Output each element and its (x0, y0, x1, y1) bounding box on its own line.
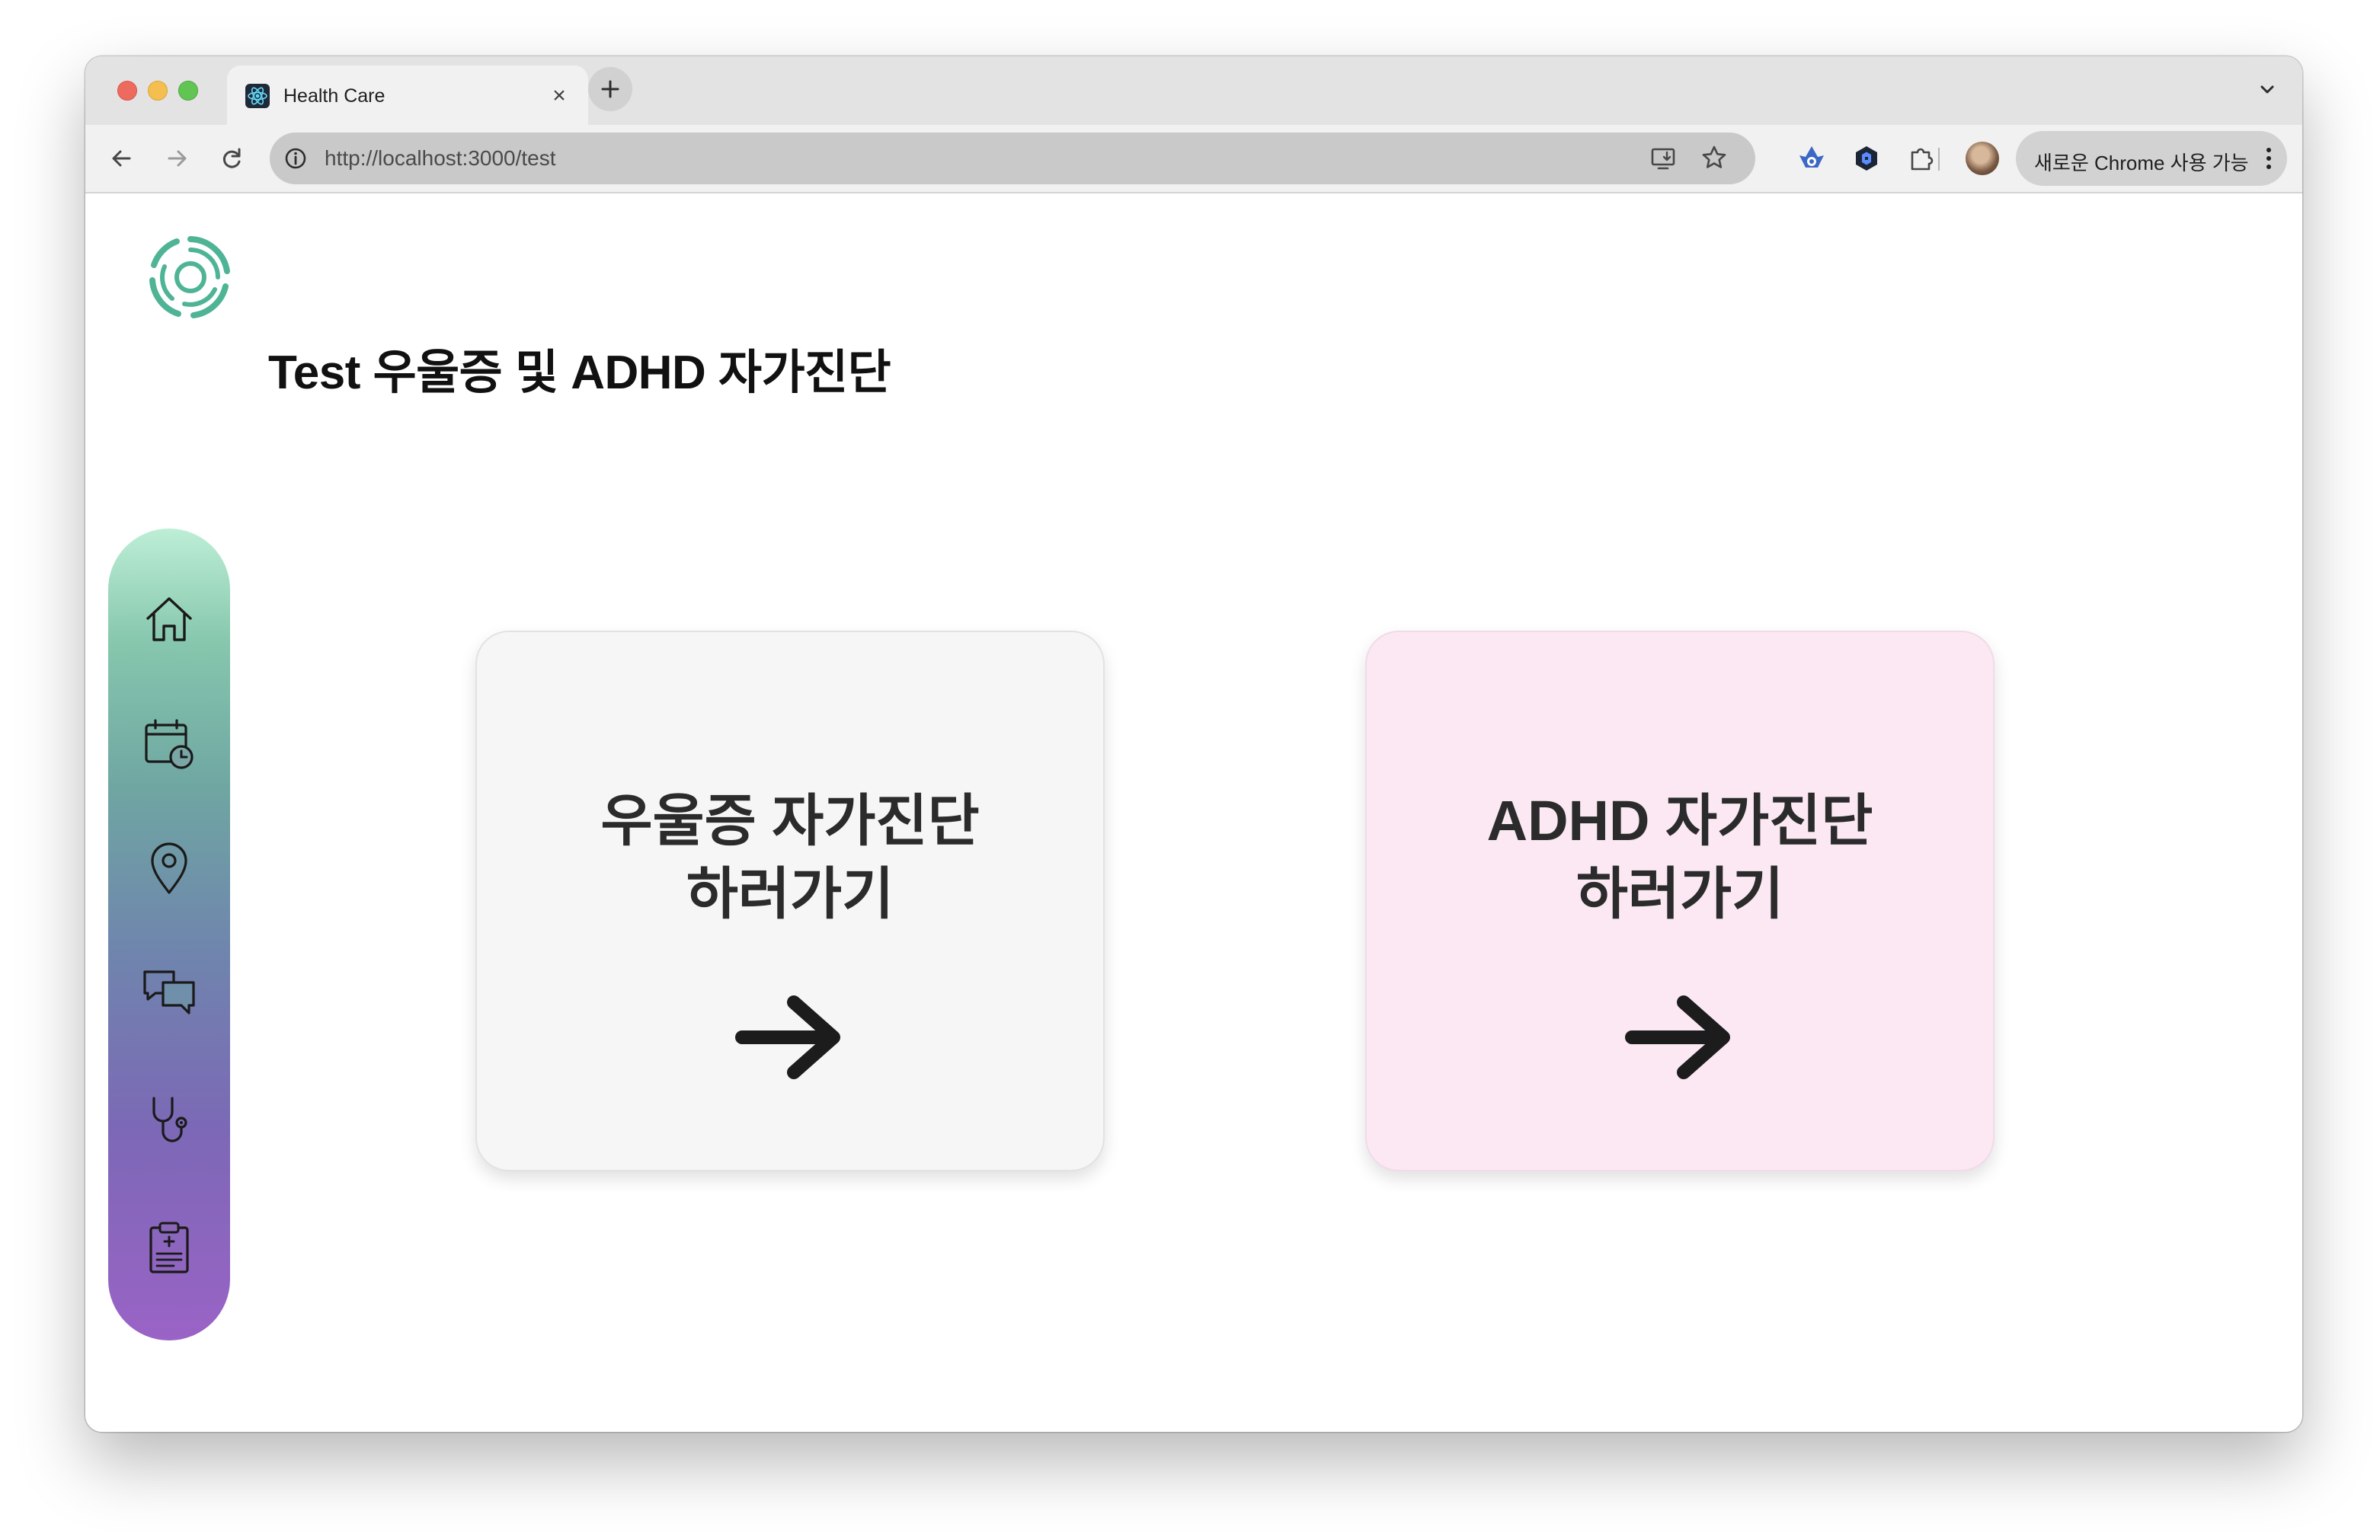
sidebar-item-home[interactable] (136, 586, 203, 653)
arrow-right-icon (733, 990, 847, 1085)
url-text[interactable]: http://localhost:3000/test (325, 146, 556, 171)
card-title: 우울증 자가진단 (600, 789, 980, 852)
browser-window: Health Care × http://localhost:3000/test… (85, 56, 2302, 1432)
site-info-icon[interactable] (282, 145, 309, 172)
reload-icon (222, 148, 241, 168)
react-atom-icon (245, 84, 270, 108)
tab-strip: Health Care × (85, 56, 2302, 125)
stethoscope-icon (152, 1097, 187, 1142)
card-subtitle: 하러가기 (1575, 862, 1784, 925)
forward-arrow-icon (168, 150, 187, 167)
tab-close-icon[interactable]: × (545, 82, 573, 110)
bookmark-star-icon[interactable] (1699, 143, 1729, 174)
arrow-right-icon (1623, 990, 1737, 1085)
plus-icon (601, 80, 619, 98)
page-title: Test 우울증 및 ADHD 자가진단 (268, 347, 891, 399)
back-arrow-icon (112, 150, 131, 167)
extension-icon-1[interactable] (1795, 142, 1828, 175)
tab-title: Health Care (283, 85, 385, 107)
maximize-window-button[interactable] (178, 81, 198, 101)
circular-leaf-logo-icon[interactable] (146, 233, 235, 321)
minimize-window-button[interactable] (148, 81, 168, 101)
address-bar[interactable]: http://localhost:3000/test (270, 133, 1755, 184)
install-app-icon[interactable] (1649, 143, 1679, 174)
tab-health-care[interactable]: Health Care × (227, 65, 588, 125)
extension-icon-2[interactable] (1850, 142, 1883, 175)
adhd-test-card-label: ADHD 자가진단 하러가기 (1367, 784, 1993, 931)
sidebar-item-chat[interactable] (136, 960, 203, 1027)
card-subtitle: 하러가기 (686, 862, 894, 925)
card-title: ADHD 자가진단 (1486, 789, 1873, 852)
clipboard-medical-icon (149, 1222, 189, 1273)
forward-button[interactable] (158, 140, 195, 177)
chevron-down-icon (2260, 85, 2274, 94)
toolbar-divider (1938, 148, 1940, 171)
page-content: Test 우울증 및 ADHD 자가진단 우울증 자가진단 하러가기 ADHD … (85, 193, 2302, 1432)
calendar-clock-icon (145, 719, 194, 769)
close-window-button[interactable] (117, 81, 137, 101)
depression-test-card-label: 우울증 자가진단 하러가기 (477, 784, 1103, 931)
puzzle-extensions-icon[interactable] (1905, 142, 1938, 175)
sidebar-item-schedule[interactable] (136, 710, 203, 777)
sidebar-item-doctor[interactable] (136, 1088, 203, 1155)
depression-test-card[interactable]: 우울증 자가진단 하러가기 (475, 631, 1105, 1171)
tab-search-button[interactable] (2250, 73, 2284, 107)
new-tab-button[interactable] (588, 67, 632, 111)
browser-toolbar: http://localhost:3000/test 새로운 Chrome 사용… (85, 125, 2302, 193)
reload-button[interactable] (213, 140, 250, 177)
update-button-label: 새로운 Chrome 사용 가능 (2034, 152, 2249, 174)
adhd-test-card[interactable]: ADHD 자가진단 하러가기 (1365, 631, 1995, 1171)
back-button[interactable] (104, 140, 140, 177)
sidebar-item-location[interactable] (136, 835, 203, 902)
location-pin-icon (151, 842, 187, 894)
home-icon (146, 597, 192, 641)
sidebar-nav (108, 529, 230, 1340)
sidebar-item-records[interactable] (136, 1214, 203, 1281)
chrome-update-button[interactable]: 새로운 Chrome 사용 가능 (2016, 131, 2287, 186)
kebab-menu-icon[interactable] (2261, 143, 2276, 174)
profile-avatar[interactable] (1966, 142, 1999, 175)
chat-bubbles-icon (143, 970, 195, 1014)
